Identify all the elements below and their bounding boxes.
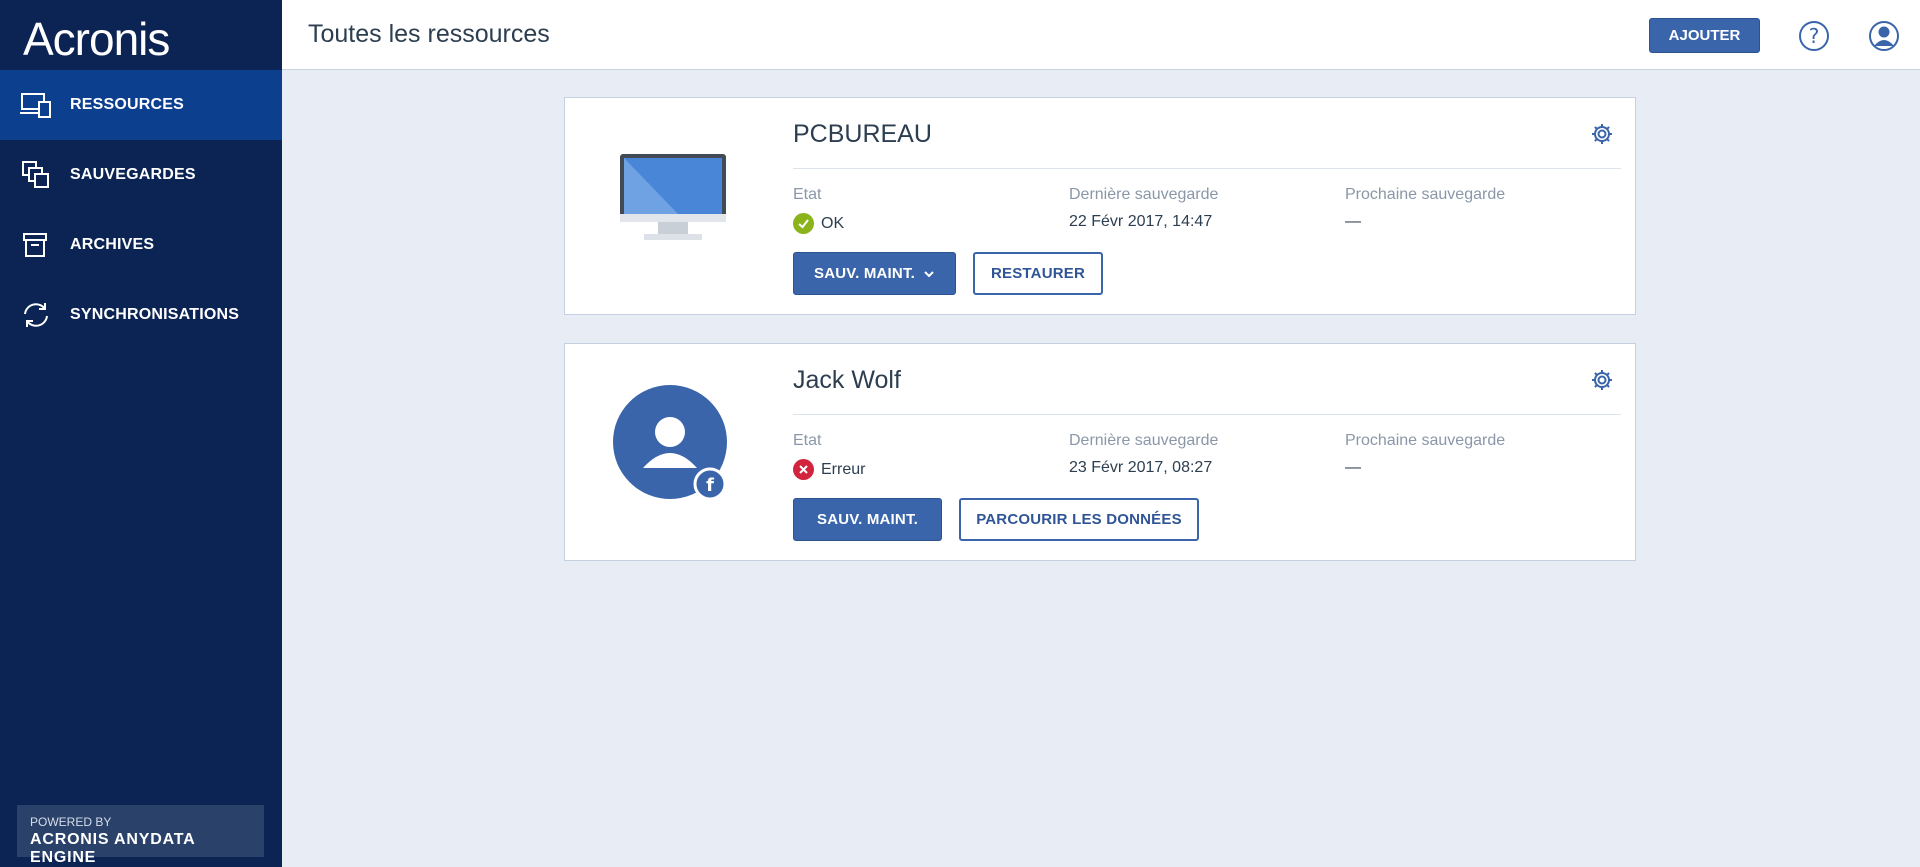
acronis-logo[interactable]: Acronis — [23, 12, 170, 66]
powered-by-text: POWERED BY — [30, 815, 112, 829]
last-backup-column: Dernière sauvegarde 22 Févr 2017, 14:47 — [1069, 186, 1218, 231]
archive-box-icon — [20, 229, 52, 261]
gear-icon[interactable] — [1590, 122, 1614, 146]
last-backup-value: 23 Févr 2017, 08:27 — [1069, 459, 1213, 476]
status-text: Erreur — [821, 460, 866, 478]
sidebar-item-archives[interactable]: ARCHIVES — [0, 210, 282, 280]
last-backup-label: Dernière sauvegarde — [1069, 432, 1219, 449]
sidebar-item-label: SYNCHRONISATIONS — [70, 306, 240, 323]
sidebar-item-ressources[interactable]: RESSOURCES — [0, 70, 282, 140]
divider — [793, 168, 1621, 169]
add-button[interactable]: AJOUTER — [1649, 18, 1760, 53]
check-circle-icon — [793, 213, 814, 234]
sidebar-item-label: RESSOURCES — [70, 96, 185, 113]
help-circle-icon[interactable]: ? — [1798, 20, 1830, 52]
next-backup-value: — — [1345, 459, 1361, 476]
next-backup-column: Prochaine sauvegarde — — [1345, 432, 1505, 477]
user-account-icon[interactable] — [1868, 20, 1900, 52]
svg-text:?: ? — [1809, 24, 1820, 48]
svg-text:f: f — [706, 475, 714, 496]
backup-now-label: SAUV. MAINT. — [813, 265, 916, 282]
resource-card: PCBUREAU Etat OK Dernière sauvegarde 22 … — [564, 97, 1636, 315]
chevron-down-icon — [923, 268, 935, 280]
browse-data-button[interactable]: PARCOURIR LES DONNÉES — [959, 498, 1199, 541]
user-avatar: f — [613, 384, 733, 504]
sidebar-item-synchronisations[interactable]: SYNCHRONISATIONS — [0, 280, 282, 350]
backup-now-button[interactable]: SAUV. MAINT. — [793, 498, 942, 541]
state-label: Etat — [793, 432, 822, 449]
status-text: OK — [821, 214, 845, 232]
sidebar-item-sauvegardes[interactable]: SAUVEGARDES — [0, 140, 282, 210]
sidebar-item-label: SAUVEGARDES — [70, 166, 196, 183]
last-backup-column: Dernière sauvegarde 23 Févr 2017, 08:27 — [1069, 432, 1218, 477]
sync-icon — [20, 299, 52, 331]
devices-icon — [20, 89, 52, 121]
status-value: OK — [793, 213, 844, 234]
top-header: Toutes les ressources AJOUTER ? — [282, 0, 1920, 70]
next-backup-column: Prochaine sauvegarde — — [1345, 186, 1505, 231]
restore-button[interactable]: RESTAURER — [973, 252, 1103, 295]
resource-name: PCBUREAU — [793, 120, 932, 148]
engine-name: ACRONIS ANYDATA ENGINE — [30, 831, 195, 866]
powered-by-badge: POWERED BY ACRONIS ANYDATA ENGINE — [17, 805, 264, 866]
computer-icon — [613, 138, 733, 258]
backup-now-button[interactable]: SAUV. MAINT. — [793, 252, 956, 295]
gear-icon[interactable] — [1590, 368, 1614, 392]
next-backup-label: Prochaine sauvegarde — [1345, 186, 1506, 203]
sidebar-item-label: ARCHIVES — [70, 236, 155, 253]
state-label: Etat — [793, 186, 822, 203]
page-title: Toutes les ressources — [308, 20, 550, 48]
next-backup-value: — — [1345, 213, 1361, 230]
last-backup-value: 22 Févr 2017, 14:47 — [1069, 213, 1213, 230]
resource-card: f Jack Wolf Etat Erreur Dernière sauvega… — [564, 343, 1636, 561]
state-column: Etat Erreur — [793, 432, 865, 480]
status-value: Erreur — [793, 459, 865, 480]
sidebar-nav: RESSOURCES SAUVEGARDES ARCHIVES SYNCHRON… — [0, 70, 282, 350]
state-column: Etat OK — [793, 186, 844, 234]
resource-name: Jack Wolf — [793, 366, 901, 394]
last-backup-label: Dernière sauvegarde — [1069, 186, 1219, 203]
backups-icon — [20, 159, 52, 191]
sidebar: Acronis RESSOURCES SAUVEGARDES ARCHIVES … — [0, 0, 282, 867]
error-circle-icon — [793, 459, 814, 480]
divider — [793, 414, 1621, 415]
next-backup-label: Prochaine sauvegarde — [1345, 432, 1506, 449]
